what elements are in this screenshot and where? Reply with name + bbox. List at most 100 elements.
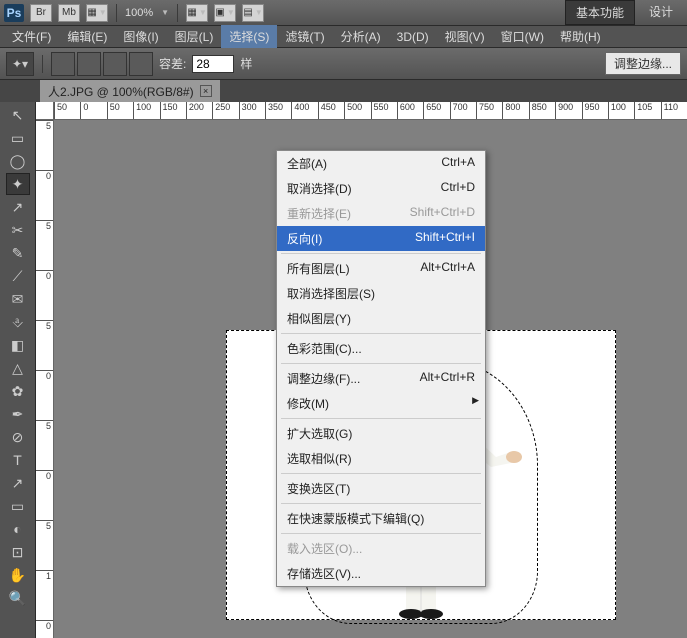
canvas-area: 5005010015020025030035040045050055060065… bbox=[36, 102, 687, 638]
move-tool[interactable]: ↖ bbox=[6, 104, 30, 126]
ruler-tick: 650 bbox=[423, 102, 449, 119]
menu-file[interactable]: 文件(F) bbox=[4, 25, 59, 48]
shape-tool[interactable]: ▭ bbox=[6, 495, 30, 517]
menu-item[interactable]: 存储选区(V)... bbox=[277, 561, 485, 586]
menu-view[interactable]: 视图(V) bbox=[437, 25, 493, 48]
crop-tool[interactable]: ↗ bbox=[6, 196, 30, 218]
ruler-tick: 50 bbox=[107, 102, 133, 119]
ruler-vertical[interactable]: 50505050510 bbox=[36, 120, 54, 638]
3d-tool[interactable]: ◐ bbox=[6, 518, 30, 540]
history-brush-tool[interactable]: ⎀ bbox=[6, 311, 30, 333]
selection-intersect-button[interactable] bbox=[129, 52, 153, 76]
eraser-tool[interactable]: ◧ bbox=[6, 334, 30, 356]
menu-separator bbox=[281, 503, 481, 504]
menu-window[interactable]: 窗口(W) bbox=[493, 25, 552, 48]
bridge-button[interactable]: Br bbox=[30, 4, 52, 22]
menu-item[interactable]: 调整边缘(F)...Alt+Ctrl+R bbox=[277, 366, 485, 391]
ruler-tick: 500 bbox=[344, 102, 370, 119]
pen-tool[interactable]: ⊘ bbox=[6, 426, 30, 448]
ruler-tick: 950 bbox=[582, 102, 608, 119]
menu-item[interactable]: 全部(A)Ctrl+A bbox=[277, 151, 485, 176]
screen-mode-button[interactable]: ▦▼ bbox=[86, 4, 108, 22]
dodge-tool[interactable]: ✒ bbox=[6, 403, 30, 425]
menu-item[interactable]: 扩大选取(G) bbox=[277, 421, 485, 446]
zoom-tool[interactable]: 🔍 bbox=[6, 587, 30, 609]
magic-wand-tool[interactable]: ✦ bbox=[6, 173, 30, 195]
menu-item[interactable]: 变换选区(T) bbox=[277, 476, 485, 501]
menu-select[interactable]: 选择(S) bbox=[221, 25, 277, 48]
app-toolbar: Ps Br Mb ▦▼ 100% ▼ ▦▼ ▣▼ ▤▼ 基本功能 设计 bbox=[0, 0, 687, 26]
lasso-tool[interactable]: ◯ bbox=[6, 150, 30, 172]
menu-layer[interactable]: 图层(L) bbox=[167, 25, 222, 48]
eyedropper-tool[interactable]: ✂ bbox=[6, 219, 30, 241]
hand-tool[interactable]: ✋ bbox=[6, 564, 30, 586]
menu-help[interactable]: 帮助(H) bbox=[552, 25, 609, 48]
ruler-tick: 5 bbox=[36, 320, 53, 370]
menu-item-label: 相似图层(Y) bbox=[287, 310, 351, 327]
menu-item-label: 修改(M) bbox=[287, 395, 329, 412]
menu-analysis[interactable]: 分析(A) bbox=[333, 25, 389, 48]
menu-separator bbox=[281, 363, 481, 364]
menu-item-shortcut: Alt+Ctrl+R bbox=[420, 370, 475, 387]
menu-item[interactable]: 取消选择(D)Ctrl+D bbox=[277, 176, 485, 201]
ruler-horizontal[interactable]: 5005010015020025030035040045050055060065… bbox=[54, 102, 687, 120]
ruler-tick: 200 bbox=[186, 102, 212, 119]
tool-preset-icon[interactable]: ✦▾ bbox=[6, 52, 34, 76]
menu-image[interactable]: 图像(I) bbox=[115, 25, 166, 48]
menu-item-shortcut: Shift+Ctrl+D bbox=[410, 205, 475, 222]
menu-item-label: 重新选择(E) bbox=[287, 205, 351, 222]
sample-label: 样 bbox=[240, 55, 252, 72]
menu-item[interactable]: 所有图层(L)Alt+Ctrl+A bbox=[277, 256, 485, 281]
menu-item: 重新选择(E) Shift+Ctrl+D bbox=[277, 201, 485, 226]
document-tab[interactable]: 人2.JPG @ 100%(RGB/8#) × bbox=[40, 80, 220, 103]
menu-separator bbox=[281, 333, 481, 334]
separator bbox=[42, 55, 43, 73]
ruler-tick: 850 bbox=[529, 102, 555, 119]
menu-item[interactable]: 选取相似(R) bbox=[277, 446, 485, 471]
3d-camera-tool[interactable]: ⊡ bbox=[6, 541, 30, 563]
guides-button[interactable]: ▤▼ bbox=[242, 4, 264, 22]
arrange-button[interactable]: ▣▼ bbox=[214, 4, 236, 22]
menu-item[interactable]: 色彩范围(C)... bbox=[277, 336, 485, 361]
minibridge-button[interactable]: Mb bbox=[58, 4, 80, 22]
ruler-tick: 550 bbox=[371, 102, 397, 119]
ruler-tick: 400 bbox=[291, 102, 317, 119]
brush-tool[interactable]: ⟋ bbox=[6, 265, 30, 287]
marquee-tool[interactable]: ▭ bbox=[6, 127, 30, 149]
path-select-tool[interactable]: ↗ bbox=[6, 472, 30, 494]
menu-item[interactable]: 修改(M) bbox=[277, 391, 485, 416]
menu-separator bbox=[281, 473, 481, 474]
refine-edge-button[interactable]: 调整边缘... bbox=[605, 52, 681, 75]
selection-new-button[interactable] bbox=[51, 52, 75, 76]
selection-add-button[interactable] bbox=[77, 52, 101, 76]
menu-item[interactable]: 在快速蒙版模式下编辑(Q) bbox=[277, 506, 485, 531]
view-extras-button[interactable]: ▦▼ bbox=[186, 4, 208, 22]
selection-subtract-button[interactable] bbox=[103, 52, 127, 76]
menu-edit[interactable]: 编辑(E) bbox=[59, 25, 115, 48]
gradient-tool[interactable]: △ bbox=[6, 357, 30, 379]
menu-item[interactable]: 取消选择图层(S) bbox=[277, 281, 485, 306]
menu-item[interactable]: 相似图层(Y) bbox=[277, 306, 485, 331]
healing-brush-tool[interactable]: ✎ bbox=[6, 242, 30, 264]
menu-separator bbox=[281, 253, 481, 254]
ps-logo-icon: Ps bbox=[4, 4, 24, 22]
blur-tool[interactable]: ✿ bbox=[6, 380, 30, 402]
clone-stamp-tool[interactable]: ✉ bbox=[6, 288, 30, 310]
menu-item-shortcut: Alt+Ctrl+A bbox=[420, 260, 475, 277]
menu-item[interactable]: 反向(I)Shift+Ctrl+I bbox=[277, 226, 485, 251]
menu-3d[interactable]: 3D(D) bbox=[389, 27, 437, 47]
workspace-design-button[interactable]: 设计 bbox=[639, 0, 683, 25]
tolerance-input[interactable] bbox=[192, 55, 234, 73]
zoom-dropdown-icon[interactable]: ▼ bbox=[161, 8, 169, 17]
menu-item-label: 扩大选取(G) bbox=[287, 425, 352, 442]
close-tab-icon[interactable]: × bbox=[200, 85, 212, 97]
menu-item-label: 载入选区(O)... bbox=[287, 540, 362, 557]
ruler-tick: 300 bbox=[239, 102, 265, 119]
menu-item-label: 在快速蒙版模式下编辑(Q) bbox=[287, 510, 424, 527]
type-tool[interactable]: T bbox=[6, 449, 30, 471]
menu-separator bbox=[281, 533, 481, 534]
workspace-basic-button[interactable]: 基本功能 bbox=[565, 0, 635, 25]
zoom-level[interactable]: 100% bbox=[125, 7, 153, 19]
ruler-tick: 750 bbox=[476, 102, 502, 119]
menu-filter[interactable]: 滤镜(T) bbox=[277, 25, 332, 48]
